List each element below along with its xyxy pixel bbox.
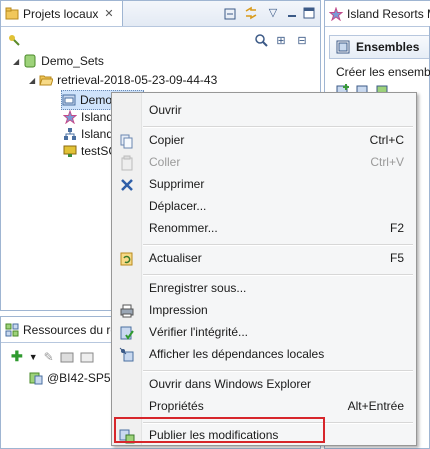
data-foundation-icon — [62, 93, 76, 107]
menu-label: Impression — [149, 303, 208, 317]
menu-label: Vérifier l'intégrité... — [149, 325, 248, 339]
local-projects-tab-label: Projets locaux — [23, 6, 99, 21]
tree-item-label-2: Island — [81, 110, 114, 124]
menu-separator — [143, 370, 413, 372]
dropdown-arrow-icon[interactable]: ▼ — [29, 352, 38, 362]
hierarchy-icon — [63, 127, 77, 141]
minimize-icon[interactable] — [285, 6, 299, 20]
menu-item-verifier-integrite[interactable]: Vérifier l'intégrité... — [112, 322, 416, 343]
delete-icon — [119, 177, 135, 193]
refresh-icon — [119, 251, 135, 267]
menu-label: Coller — [149, 155, 181, 169]
ensembles-title: Ensembles — [356, 40, 420, 54]
connect-icon[interactable] — [7, 33, 21, 47]
repository-toolbar: ✚ ▼ ✎ — [11, 348, 94, 365]
menu-item-renommer[interactable]: Renommer... F2 — [112, 218, 416, 239]
menu-shortcut: Ctrl+C — [369, 133, 404, 147]
check-integrity-icon — [119, 325, 135, 341]
add-icon[interactable]: ✚ — [11, 348, 23, 365]
repository-tool-2-icon[interactable] — [80, 350, 94, 364]
server-connection-icon — [29, 371, 43, 385]
search-icon[interactable] — [254, 33, 268, 47]
star-universe-icon — [328, 5, 344, 21]
tree-item-label-3: Island — [81, 127, 114, 141]
menu-label: Afficher les dépendances locales — [149, 347, 325, 361]
view-menu-icon[interactable]: ▽ — [266, 5, 280, 19]
star-universe-icon — [62, 109, 78, 125]
universe-icon — [23, 54, 37, 68]
expanded-twisty-icon[interactable]: ◢ — [13, 57, 19, 66]
menu-label: Déplacer... — [149, 199, 207, 213]
tree-node-item-4[interactable]: testSC — [63, 142, 117, 160]
menu-shortcut: F5 — [389, 251, 404, 265]
menu-label: Ouvrir — [149, 103, 182, 117]
menu-label: Enregistrer sous... — [149, 281, 247, 295]
menu-item-deplacer[interactable]: Déplacer... — [112, 196, 416, 217]
copy-icon — [119, 133, 135, 149]
repository-tool-icon[interactable] — [60, 350, 74, 364]
menu-label: Renommer... — [149, 221, 218, 235]
print-icon — [119, 303, 135, 319]
menu-label: Actualiser — [149, 251, 202, 265]
menu-item-proprietes[interactable]: Propriétés Alt+Entrée — [112, 396, 416, 417]
tab-local-projects[interactable]: Projets locaux ✕ — [1, 1, 123, 26]
local-projects-tabbar: Projets locaux ✕ ▽ — [1, 1, 320, 27]
minimize-view-icon[interactable] — [223, 7, 237, 21]
sync-icon[interactable] — [244, 6, 258, 20]
highlight-box — [114, 417, 325, 443]
edit-icon[interactable]: ✎ — [44, 350, 54, 364]
tab-island-resorts[interactable]: Island Resorts M — [325, 1, 430, 26]
menu-item-enregistrer-sous[interactable]: Enregistrer sous... — [112, 278, 416, 299]
tree-node-root[interactable]: ◢ Demo_Sets — [13, 52, 104, 70]
menu-item-supprimer[interactable]: Supprimer — [112, 174, 416, 195]
maximize-icon[interactable] — [302, 6, 316, 20]
folder-open-icon — [39, 73, 54, 87]
menu-label: Supprimer — [149, 177, 205, 191]
expanded-twisty-icon[interactable]: ◢ — [29, 76, 35, 85]
expand-all-icon[interactable]: ⊞ — [274, 33, 288, 47]
tree-node-item-3[interactable]: Island — [63, 125, 113, 143]
menu-item-actualiser[interactable]: Actualiser F5 — [112, 248, 416, 269]
menu-item-coller[interactable]: Coller Ctrl+V — [112, 152, 416, 173]
projects-icon — [5, 7, 19, 21]
tree-root-label: Demo_Sets — [41, 54, 104, 68]
ensembles-description: Créer les ensemble — [336, 65, 430, 79]
menu-item-afficher-dependances[interactable]: Afficher les dépendances locales — [112, 344, 416, 365]
menu-label: Ouvrir dans Windows Explorer — [149, 377, 312, 391]
menu-item-impression[interactable]: Impression — [112, 300, 416, 321]
island-resorts-tab-label: Island Resorts M — [347, 6, 430, 21]
menu-label: Propriétés — [149, 399, 204, 413]
ensembles-header: Ensembles — [329, 35, 429, 59]
tab-repository-resources[interactable]: Ressources du réf — [1, 317, 120, 342]
menu-label: Copier — [149, 133, 185, 147]
menu-item-copier[interactable]: Copier Ctrl+C — [112, 130, 416, 151]
repository-icon — [5, 323, 19, 337]
tree-node-folder[interactable]: ◢ retrieval-2018-05-23-09-44-43 — [29, 71, 217, 89]
menu-shortcut: Ctrl+V — [370, 155, 404, 169]
menu-item-ouvrir[interactable]: Ouvrir — [112, 100, 416, 121]
close-icon[interactable]: ✕ — [104, 7, 113, 20]
sets-icon — [336, 40, 350, 54]
context-menu: Ouvrir Copier Ctrl+C Coller Ctrl+V Suppr… — [111, 92, 417, 446]
repository-tab-label: Ressources du réf — [23, 322, 121, 337]
menu-shortcut: Alt+Entrée — [347, 399, 404, 413]
menu-shortcut: F2 — [389, 221, 404, 235]
menu-separator — [143, 244, 413, 246]
island-resorts-tabbar: Island Resorts M — [325, 1, 430, 27]
collapse-all-icon[interactable]: ⊟ — [295, 33, 309, 47]
dependencies-icon — [119, 347, 135, 363]
tree-node-item-2[interactable]: Island — [62, 108, 114, 126]
tree-folder-label: retrieval-2018-05-23-09-44-43 — [57, 73, 218, 87]
connection-icon — [63, 144, 77, 158]
menu-separator — [143, 126, 413, 128]
menu-separator — [143, 274, 413, 276]
paste-icon — [119, 155, 135, 171]
menu-item-ouvrir-explorer[interactable]: Ouvrir dans Windows Explorer — [112, 374, 416, 395]
